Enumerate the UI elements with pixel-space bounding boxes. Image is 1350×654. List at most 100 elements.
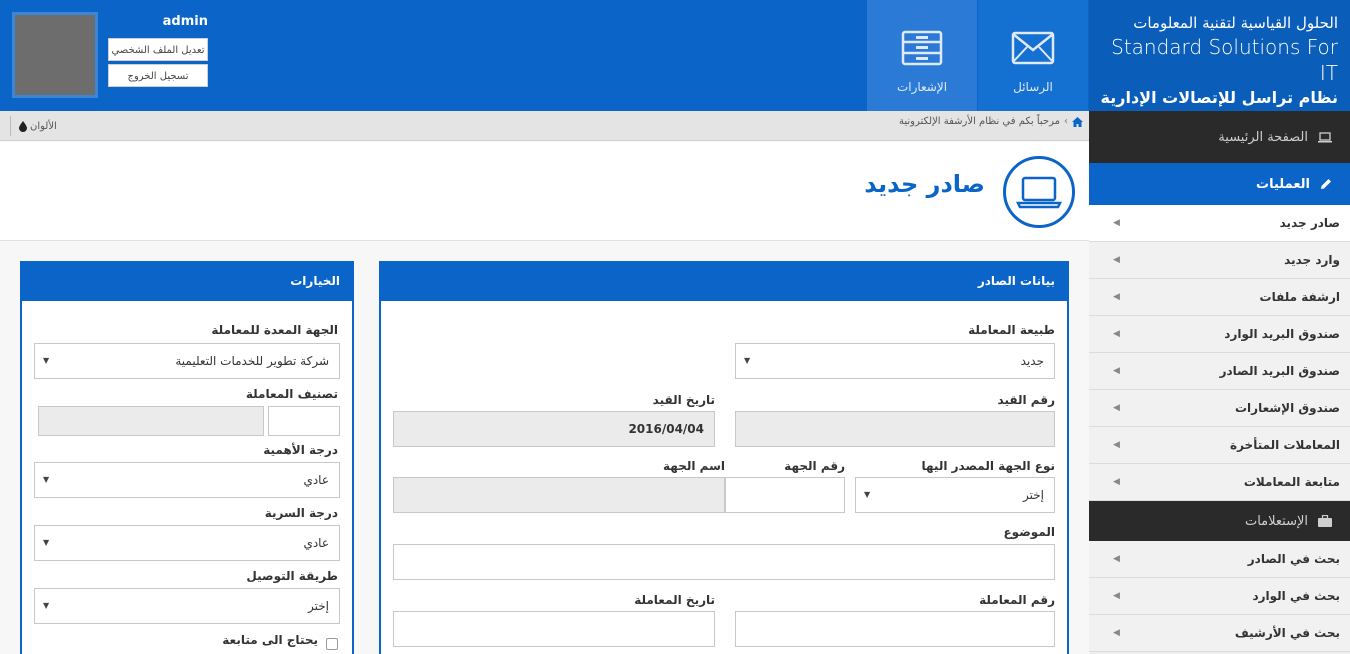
select-value: شركة تطوير للخدمات التعليمية <box>175 354 329 368</box>
delivery-label: طريقة التوصيل <box>246 569 338 583</box>
brand-line-system: نظام تراسل للإتصالات الإدارية <box>1100 88 1338 107</box>
sidebar-item-label: المعاملات المتأخرة <box>1230 438 1340 452</box>
caret-icon: ◀ <box>1113 218 1120 228</box>
confidentiality-label: درجة السرية <box>264 506 338 520</box>
pencil-icon <box>1321 179 1331 189</box>
drop-icon <box>19 120 27 132</box>
sidebar-item-new-outgoing[interactable]: ◀ صادر جديد <box>1089 205 1350 242</box>
select-value: إختر <box>308 599 329 613</box>
transaction-number-label: رقم المعاملة <box>979 593 1055 607</box>
cabinet-icon <box>901 30 943 66</box>
record-number-field[interactable] <box>735 411 1055 447</box>
caret-icon: ◀ <box>1113 292 1120 302</box>
sidebar-item-late-transactions[interactable]: ◀ المعاملات المتأخرة <box>1089 427 1350 464</box>
transaction-date-label: تاريخ المعاملة <box>634 593 715 607</box>
nav-messages[interactable]: الرسائل <box>978 0 1088 111</box>
caret-icon: ◀ <box>1113 440 1120 450</box>
subject-label: الموضوع <box>1003 525 1055 539</box>
record-number-label: رقم القيد <box>997 393 1055 407</box>
page-title: صادر جديد <box>864 170 985 198</box>
sidebar-item-search-incoming[interactable]: ◀ بحث في الوارد <box>1089 578 1350 615</box>
record-date-label: تاريخ القيد <box>652 393 715 407</box>
caret-icon: ◀ <box>1113 477 1120 487</box>
avatar[interactable] <box>12 12 98 98</box>
preparing-entity-label: الجهة المعدة للمعاملة <box>211 323 338 337</box>
brand-line-arabic: الحلول القياسية لتقنية المعلومات <box>1133 14 1338 32</box>
chevron-down-icon: ▼ <box>43 601 50 610</box>
importance-label: درجة الأهمية <box>263 443 338 457</box>
sidebar-item-label: متابعة المعاملات <box>1243 475 1340 489</box>
briefcase-icon <box>1318 515 1332 527</box>
sidebar-item-notifications-box[interactable]: ◀ صندوق الإشعارات <box>1089 390 1350 427</box>
sidebar-item-archive-files[interactable]: ◀ ارشفة ملفات <box>1089 279 1350 316</box>
sidebar-item-home[interactable]: الصفحة الرئيسية <box>1089 111 1350 163</box>
sidebar: الصفحة الرئيسية العمليات ◀ صادر جديد ◀ وار… <box>1089 111 1350 654</box>
record-date-field[interactable]: 2016/04/04 <box>393 411 715 447</box>
followup-checkbox[interactable] <box>326 638 338 650</box>
caret-icon: ◀ <box>1113 366 1120 376</box>
entity-name-field[interactable] <box>393 477 725 513</box>
colors-switcher[interactable]: الألوان <box>10 116 57 136</box>
breadcrumb-separator: › <box>1064 116 1068 127</box>
caret-icon: ◀ <box>1113 255 1120 265</box>
chevron-down-icon: ▼ <box>43 538 50 547</box>
caret-icon: ◀ <box>1113 403 1120 413</box>
sidebar-item-label: صادر جديد <box>1279 216 1340 230</box>
sidebar-item-label: صندوق البريد الصادر <box>1219 364 1340 378</box>
select-value: جديد <box>1020 354 1044 368</box>
classification-name-field[interactable] <box>38 406 264 436</box>
sidebar-item-search-outgoing[interactable]: ◀ بحث في الصادر <box>1089 541 1350 578</box>
classification-label: تصنيف المعاملة <box>245 387 338 401</box>
caret-icon: ◀ <box>1113 329 1120 339</box>
edit-profile-button[interactable]: تعديل الملف الشخصي <box>108 38 208 61</box>
select-value: إختر <box>1023 488 1044 502</box>
panel-title: بيانات الصادر <box>381 263 1067 301</box>
transaction-date-field[interactable] <box>393 611 715 647</box>
logout-button[interactable]: تسجيل الخروج <box>108 64 208 87</box>
confidentiality-select[interactable]: عادي ▼ <box>34 525 340 561</box>
user-name: admin <box>162 14 208 29</box>
sidebar-home-label: الصفحة الرئيسية <box>1218 129 1308 145</box>
sidebar-operations-label: العمليات <box>1256 176 1310 192</box>
sidebar-item-new-incoming[interactable]: ◀ وارد جديد <box>1089 242 1350 279</box>
sidebar-item-search-archive[interactable]: ◀ بحث في الأرشيف <box>1089 615 1350 652</box>
nav-notifications[interactable]: الإشعارات <box>867 0 977 111</box>
delivery-select[interactable]: إختر ▼ <box>34 588 340 624</box>
transaction-type-label: طبيعة المعاملة <box>968 323 1055 337</box>
select-value: عادي <box>303 536 329 550</box>
laptop-icon <box>1003 156 1075 228</box>
importance-select[interactable]: عادي ▼ <box>34 462 340 498</box>
chevron-down-icon: ▼ <box>744 356 751 365</box>
home-icon <box>1072 116 1083 127</box>
subject-field[interactable] <box>393 544 1055 580</box>
classification-code-field[interactable] <box>268 406 340 436</box>
envelope-icon <box>1011 31 1055 65</box>
sidebar-item-label: بحث في الصادر <box>1247 552 1340 566</box>
sidebar-queries-label: الإستعلامات <box>1244 513 1308 529</box>
sidebar-item-track-transactions[interactable]: ◀ متابعة المعاملات <box>1089 464 1350 501</box>
brand-block: الحلول القياسية لتقنية المعلومات Standar… <box>1089 0 1350 111</box>
sidebar-item-label: صندوق البريد الوارد <box>1224 327 1340 341</box>
entity-type-select[interactable]: إختر ▼ <box>855 477 1055 513</box>
top-header: admin تعديل الملف الشخصي تسجيل الخروج ال… <box>0 0 1350 111</box>
sidebar-item-label: ارشفة ملفات <box>1259 290 1340 304</box>
sidebar-section-operations[interactable]: العمليات <box>1089 163 1350 205</box>
breadcrumb-home[interactable]: › مرحباً بكم في نظام الأرشفة الإلكترونية <box>899 116 1083 127</box>
sidebar-item-label: بحث في الوارد <box>1252 589 1340 603</box>
entity-number-label: رقم الجهة <box>784 459 845 473</box>
breadcrumb: › مرحباً بكم في نظام الأرشفة الإلكترونية… <box>0 111 1089 141</box>
sidebar-item-inbox[interactable]: ◀ صندوق البريد الوارد <box>1089 316 1350 353</box>
page-title-area: صادر جديد <box>0 142 1089 241</box>
outgoing-data-panel: بيانات الصادر طبيعة المعاملة جديد ▼ رقم … <box>379 261 1069 654</box>
chevron-down-icon: ▼ <box>43 356 50 365</box>
entity-number-field[interactable] <box>725 477 845 513</box>
preparing-entity-select[interactable]: شركة تطوير للخدمات التعليمية ▼ <box>34 343 340 379</box>
sidebar-item-label: وارد جديد <box>1284 253 1340 267</box>
transaction-number-field[interactable] <box>735 611 1055 647</box>
sidebar-section-queries[interactable]: الإستعلامات <box>1089 501 1350 541</box>
caret-icon: ◀ <box>1113 554 1120 564</box>
sidebar-item-outbox[interactable]: ◀ صندوق البريد الصادر <box>1089 353 1350 390</box>
transaction-type-select[interactable]: جديد ▼ <box>735 343 1055 379</box>
nav-messages-label: الرسائل <box>1013 80 1053 94</box>
brand-line-english: Standard Solutions For IT <box>1111 35 1338 85</box>
